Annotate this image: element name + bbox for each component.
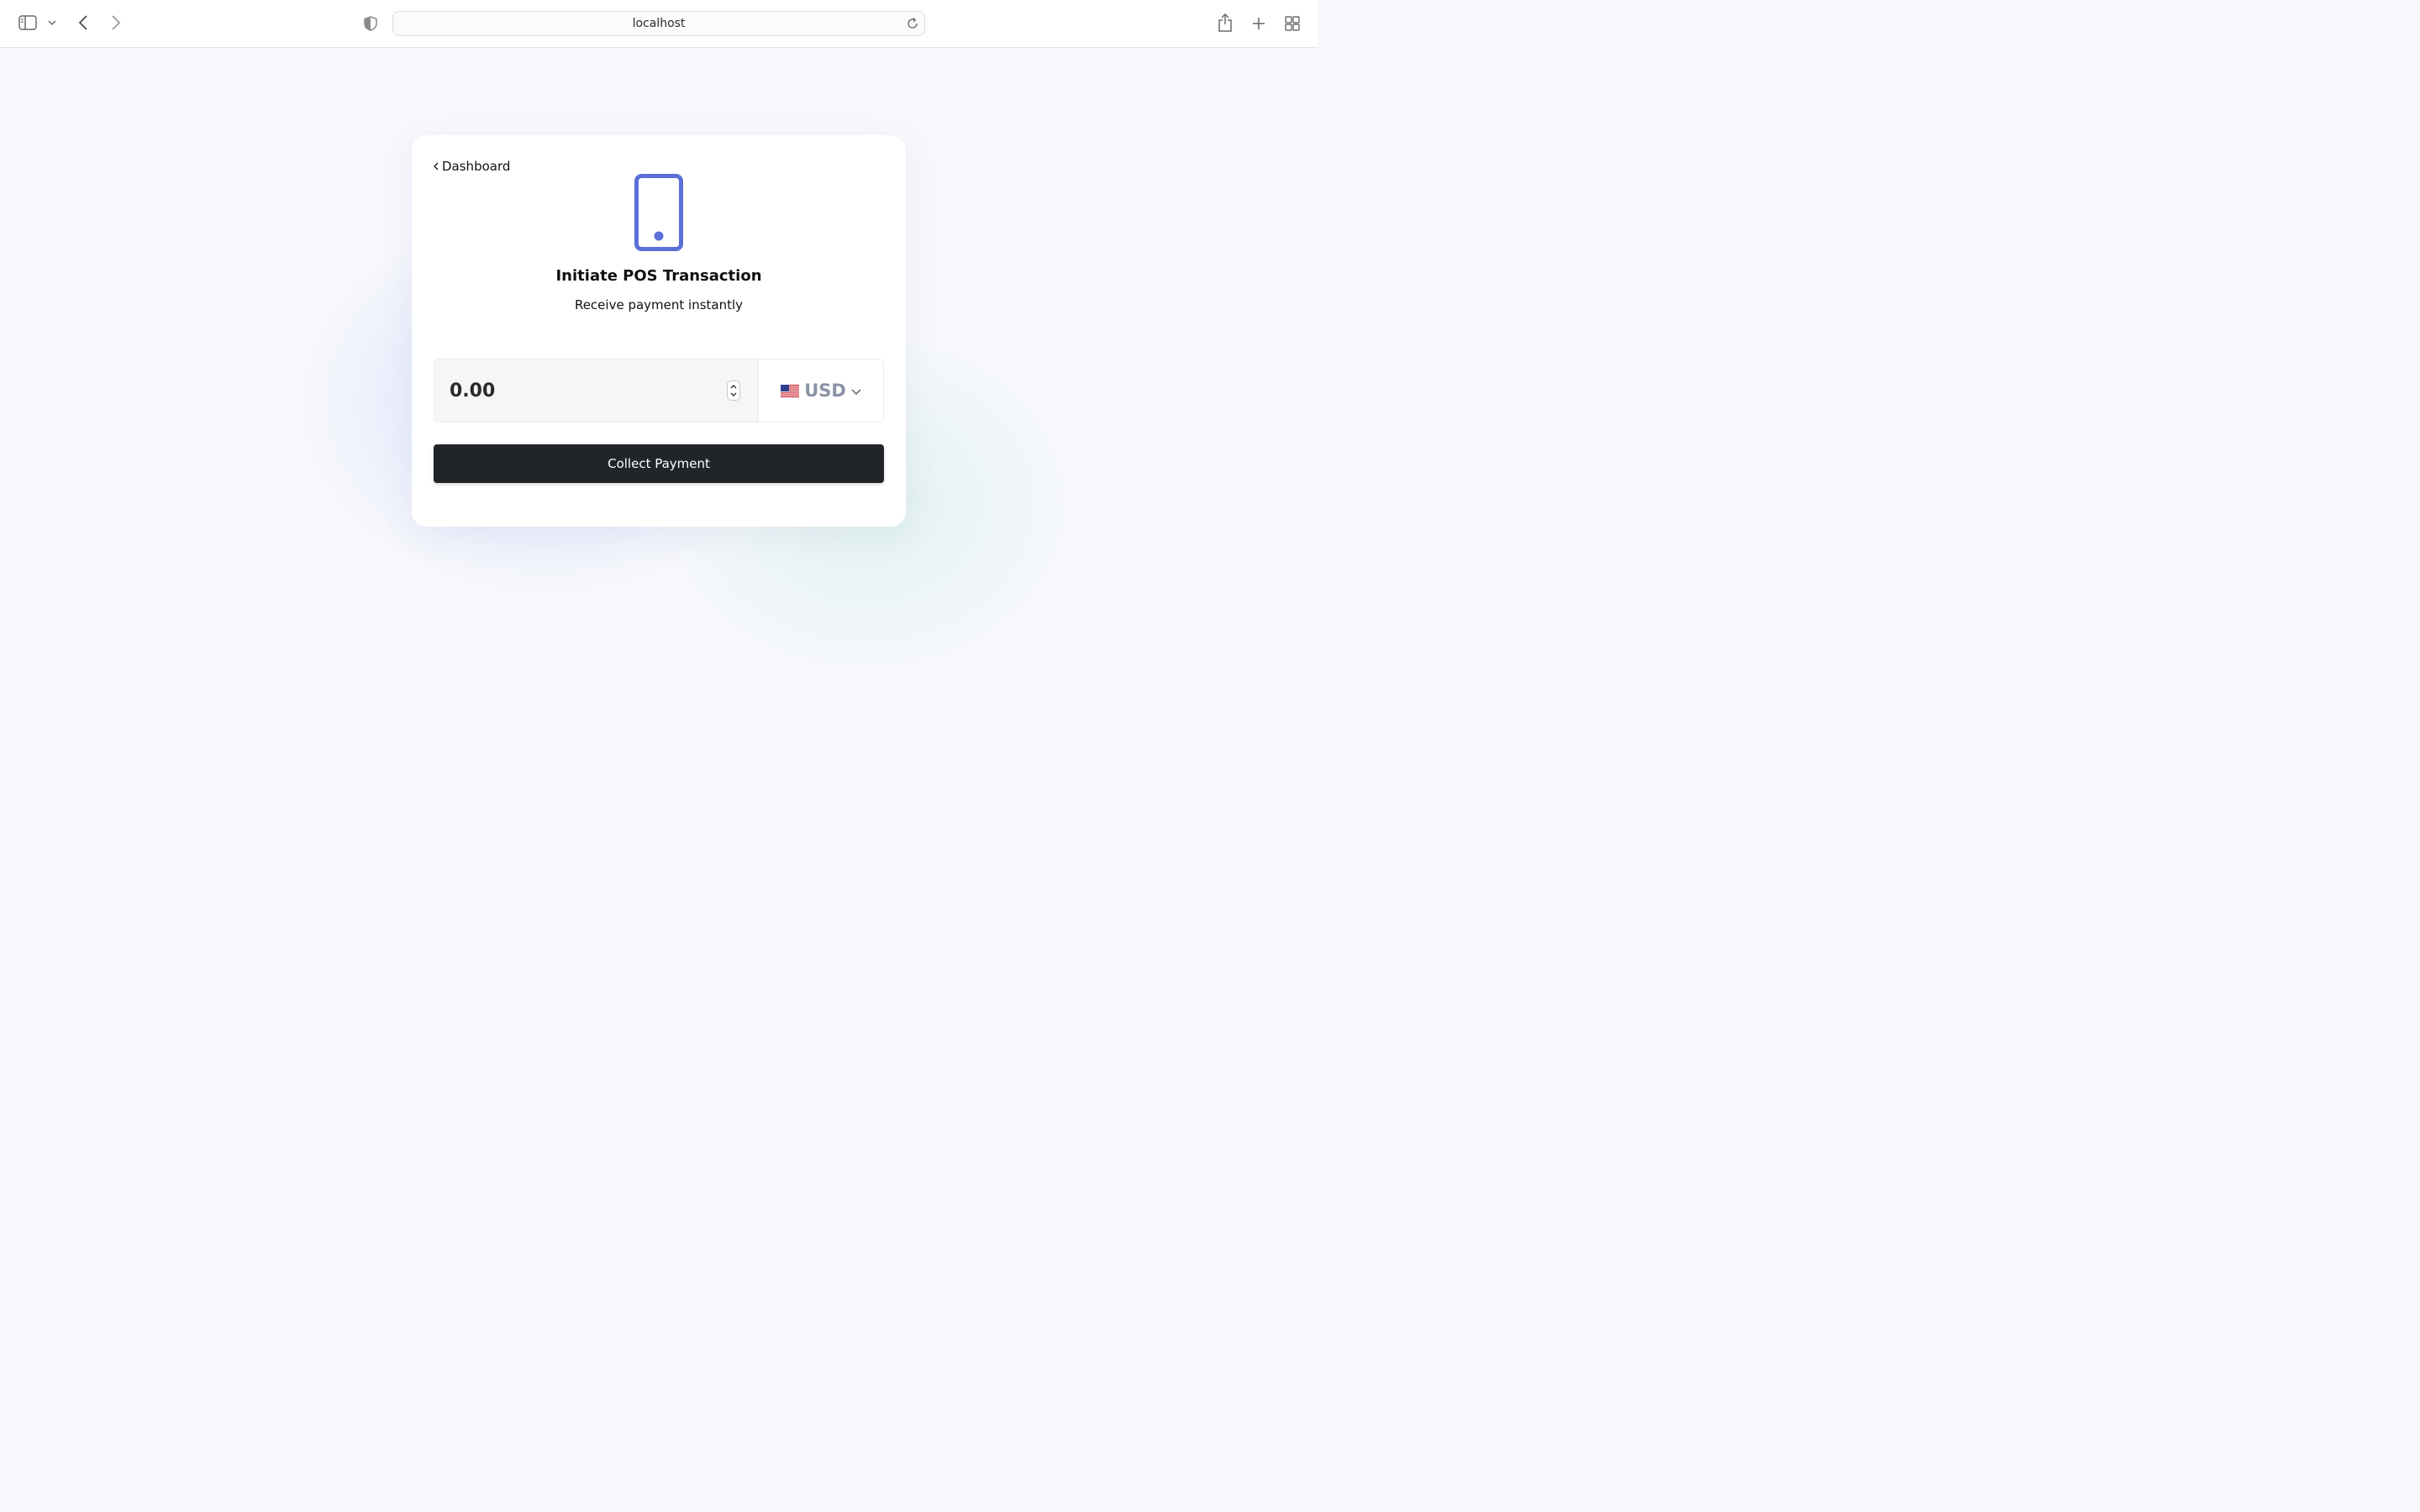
amount-field-wrapper — [434, 360, 759, 422]
us-flag-icon — [781, 384, 800, 397]
page-subtitle: Receive payment instantly — [574, 297, 744, 312]
reload-icon[interactable] — [906, 17, 919, 30]
stepper-arrows-icon — [730, 385, 737, 396]
back-arrow-icon[interactable] — [76, 14, 90, 31]
page-title: Initiate POS Transaction — [555, 267, 762, 285]
chevron-left-icon — [434, 159, 439, 174]
share-icon[interactable] — [1218, 13, 1233, 32]
address-url: localhost — [632, 17, 686, 30]
address-bar[interactable]: localhost — [392, 11, 925, 36]
shield-icon[interactable] — [363, 15, 378, 32]
sidebar-icon[interactable] — [18, 15, 37, 30]
chevron-down-icon — [851, 383, 861, 399]
currency-select[interactable]: USD — [759, 360, 883, 422]
browser-toolbar: localhost — [0, 0, 1318, 48]
amount-stepper[interactable] — [727, 381, 740, 401]
back-link-label: Dashboard — [442, 159, 511, 174]
collect-payment-button[interactable]: Collect Payment — [434, 444, 884, 483]
pos-card: Dashboard Initiate POS Transaction Recei… — [412, 135, 906, 527]
amount-group: USD — [434, 359, 884, 423]
amount-input[interactable] — [434, 360, 720, 422]
forward-arrow-icon[interactable] — [109, 14, 123, 31]
currency-code: USD — [804, 381, 846, 401]
mobile-phone-icon — [634, 174, 683, 251]
new-tab-icon[interactable] — [1251, 16, 1266, 31]
tab-overview-icon[interactable] — [1285, 16, 1300, 31]
chevron-down-icon[interactable] — [47, 18, 57, 27]
dashboard-back-link[interactable]: Dashboard — [434, 158, 510, 175]
